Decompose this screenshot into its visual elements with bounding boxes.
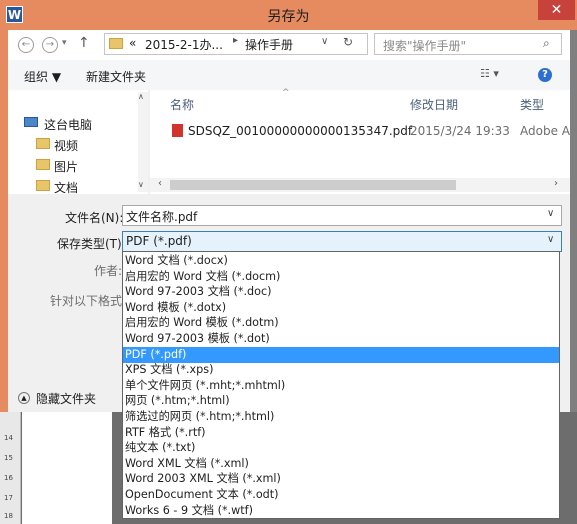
address-dropdown-button[interactable]: ∨	[321, 36, 328, 47]
filetype-option[interactable]: 启用宏的 Word 模板 (*.dotm)	[123, 315, 559, 331]
ruler-mark: 18	[4, 512, 13, 520]
file-row[interactable]: SDSQZ_00100000000000135347.pdf 2015/3/24…	[150, 122, 570, 140]
title-bar[interactable]: W 另存为 ✕	[0, 0, 577, 30]
filetype-option[interactable]: 启用宏的 Word 文档 (*.docm)	[123, 269, 559, 285]
arrow-left-icon: ←	[21, 39, 31, 50]
column-header-date[interactable]: 修改日期	[410, 96, 458, 113]
author-label: 作者:	[94, 264, 123, 278]
vertical-ruler: 14 15 16 17 18	[0, 412, 21, 524]
chevron-down-icon: ∨	[321, 36, 329, 47]
video-folder-icon	[36, 138, 50, 149]
recent-locations-button[interactable]: ▾	[62, 38, 67, 48]
refresh-button[interactable]: ↻	[343, 35, 353, 49]
organize-button[interactable]: 组织 ▼	[24, 68, 61, 85]
refresh-icon: ↻	[343, 35, 354, 49]
breadcrumb-separator-icon: ▸	[233, 35, 239, 46]
file-type: Adobe A	[520, 124, 570, 138]
filetype-option[interactable]: 单个文件网页 (*.mht;*.mhtml)	[123, 378, 559, 394]
nav-scrollbar[interactable]: ∧ ∨	[138, 92, 148, 192]
filename-field[interactable]: 文件名称.pdf ∨	[122, 205, 562, 226]
filetype-option[interactable]: Word 模板 (*.dotx)	[123, 300, 559, 316]
column-headers: 名称 ^ 修改日期 类型	[150, 88, 570, 113]
new-folder-button[interactable]: 新建文件夹	[86, 68, 146, 85]
chevron-up-icon: ▲	[18, 392, 30, 404]
sidebar-item-label: 这台电脑	[44, 118, 93, 132]
filename-label: 文件名(N):	[65, 211, 124, 225]
filetype-option[interactable]: Word 文档 (*.docx)	[123, 253, 559, 269]
chevron-down-icon[interactable]: ∨	[547, 234, 554, 245]
chevron-down-icon: ▾	[62, 38, 67, 48]
filetype-option[interactable]: 筛选过的网页 (*.htm;*.html)	[123, 409, 559, 425]
close-button[interactable]: ✕	[538, 0, 575, 20]
search-input[interactable]: 搜索"操作手册"	[383, 37, 466, 54]
filetype-option[interactable]: Works 6 - 9 文档 (*.wtf)	[123, 503, 559, 519]
dialog-title: 另存为	[267, 9, 310, 25]
search-box[interactable]: 搜索"操作手册" ⌕	[374, 33, 562, 55]
sidebar-item-label: 图片	[54, 160, 79, 174]
filetype-option[interactable]: 网页 (*.htm;*.html)	[123, 393, 559, 409]
file-name: SDSQZ_00100000000000135347.pdf	[188, 124, 413, 138]
toolbar: 组织 ▼ 新建文件夹 ☷ ▾ ?	[8, 60, 570, 90]
filename-input[interactable]: 文件名称.pdf	[126, 208, 197, 225]
ruler-mark: 14	[4, 434, 13, 442]
filetype-dropdown-list[interactable]: Word 文档 (*.docx) 启用宏的 Word 文档 (*.docm) Wor…	[122, 251, 560, 519]
filetype-select-value: PDF (*.pdf)	[126, 234, 192, 248]
sidebar-item-label: 视频	[54, 139, 79, 153]
breadcrumb-item-current[interactable]: 操作手册	[245, 36, 293, 53]
filetype-option[interactable]: Word 97-2003 模板 (*.dot)	[123, 331, 559, 347]
file-list: 名称 ^ 修改日期 类型 SDSQZ_00100000000000135347.…	[150, 88, 570, 194]
document-page	[22, 412, 112, 524]
scroll-up-icon[interactable]: ∧	[138, 92, 144, 101]
filetype-option[interactable]: Word XML 文档 (*.xml)	[123, 456, 559, 472]
filetype-option[interactable]: Word 97-2003 文档 (*.doc)	[123, 284, 559, 300]
chevron-down-icon[interactable]: ∨	[547, 208, 554, 219]
scrollbar-thumb[interactable]	[170, 180, 456, 190]
filetype-option[interactable]: 纯文本 (*.txt)	[123, 440, 559, 456]
up-button[interactable]: ↑	[78, 35, 90, 51]
ruler-mark: 16	[4, 474, 13, 482]
computer-icon	[24, 117, 38, 127]
filetype-option[interactable]: Word 2003 XML 文档 (*.xml)	[123, 471, 559, 487]
filetype-option[interactable]: RTF 格式 (*.rtf)	[123, 425, 559, 441]
column-header-name[interactable]: 名称	[170, 96, 194, 113]
help-icon: ?	[542, 69, 548, 80]
scroll-left-icon[interactable]: ‹	[158, 178, 162, 189]
forward-button[interactable]: →	[42, 37, 58, 53]
navigation-bar: ← → ▾ ↑ « 2015-2-1办... ▸ 操作手册 ∨ ↻ 搜索"操作手…	[8, 30, 570, 61]
view-options-button[interactable]: ☷ ▾	[480, 67, 499, 80]
help-button[interactable]: ?	[538, 68, 552, 82]
filetype-option[interactable]: PDF (*.pdf)	[123, 346, 559, 363]
breadcrumb-item[interactable]: 2015-2-1办...	[145, 36, 223, 53]
ruler-mark: 15	[4, 454, 13, 462]
picture-folder-icon	[36, 159, 50, 170]
column-header-type[interactable]: 类型	[520, 96, 544, 113]
filetype-label: 保存类型(T):	[57, 237, 126, 251]
pdf-file-icon	[172, 124, 183, 137]
document-folder-icon	[36, 180, 50, 191]
back-button[interactable]: ←	[18, 37, 34, 53]
arrow-right-icon: →	[45, 39, 55, 50]
navigation-pane: ∧ ∨ 这台电脑 视频 图片 文档	[8, 90, 148, 195]
sidebar-item-label: 文档	[54, 181, 79, 195]
address-bar[interactable]: « 2015-2-1办... ▸ 操作手册 ∨ ↻	[104, 33, 368, 55]
ruler-mark: 17	[4, 494, 13, 502]
filetype-select[interactable]: PDF (*.pdf) ∨	[122, 231, 562, 252]
search-icon[interactable]: ⌕	[543, 36, 550, 51]
close-icon: ✕	[550, 2, 563, 18]
view-icon: ☷ ▾	[480, 67, 499, 80]
scroll-down-icon[interactable]: ∨	[138, 180, 144, 189]
file-date: 2015/3/24 19:33	[410, 124, 510, 138]
hide-folders-label: 隐藏文件夹	[36, 392, 97, 406]
horizontal-scrollbar[interactable]: ‹ ›	[150, 178, 570, 192]
sort-ascending-icon: ^	[282, 88, 290, 98]
arrow-up-icon: ↑	[78, 35, 90, 51]
folder-icon	[109, 38, 123, 49]
scroll-right-icon[interactable]: ›	[554, 178, 558, 189]
filetype-option[interactable]: OpenDocument 文本 (*.odt)	[123, 487, 559, 503]
breadcrumb-overflow[interactable]: «	[129, 36, 136, 50]
filetype-option[interactable]: XPS 文档 (*.xps)	[123, 362, 559, 378]
